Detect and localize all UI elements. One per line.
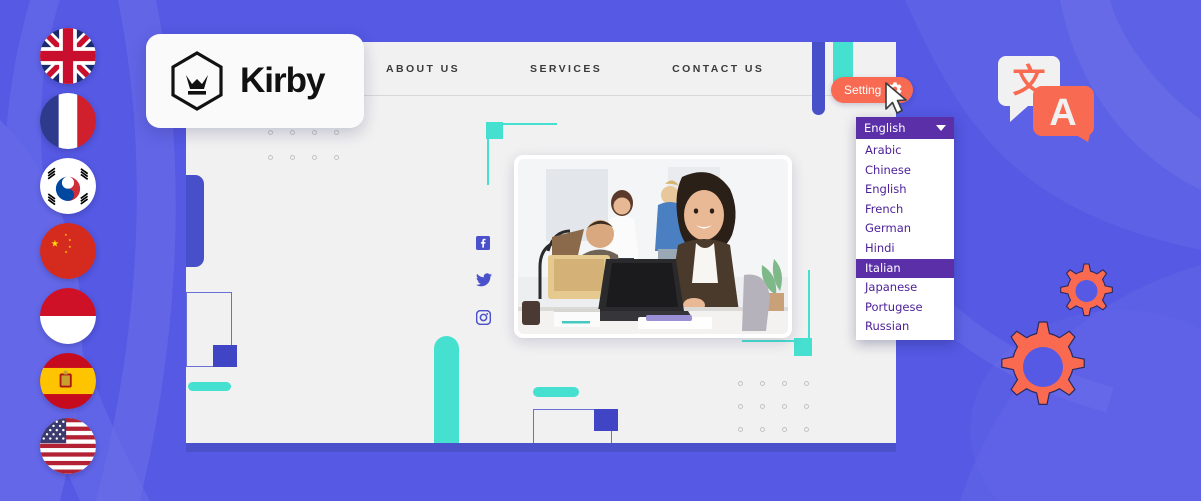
facebook-icon[interactable] bbox=[476, 236, 492, 250]
blue-vertical-bar-right bbox=[812, 42, 825, 115]
flag-france[interactable] bbox=[40, 93, 96, 149]
flag-indonesia[interactable] bbox=[40, 288, 96, 344]
language-dropdown[interactable]: English Arabic Chinese English French Ge… bbox=[856, 117, 954, 340]
language-option-chinese[interactable]: Chinese bbox=[856, 161, 954, 181]
language-option-english[interactable]: English bbox=[856, 180, 954, 200]
nav-item-about-us[interactable]: ABOUT US bbox=[386, 63, 460, 75]
instagram-icon[interactable] bbox=[476, 310, 492, 325]
flag-united-states[interactable] bbox=[40, 418, 96, 474]
brand-name: Kirby bbox=[240, 61, 325, 100]
svg-text:A: A bbox=[1049, 92, 1076, 134]
blue-tab-left bbox=[186, 175, 204, 267]
social-links bbox=[476, 236, 492, 325]
language-option-french[interactable]: French bbox=[856, 200, 954, 220]
dot-grid-top bbox=[268, 130, 356, 180]
translate-bubbles-icon: 文 A bbox=[996, 54, 1096, 147]
language-option-list: Arabic Chinese English French German Hin… bbox=[856, 139, 954, 340]
language-option-portugese[interactable]: Portugese bbox=[856, 298, 954, 318]
teal-square-bottom-right bbox=[794, 338, 812, 356]
hexagon-crown-icon bbox=[170, 51, 224, 111]
twitter-icon[interactable] bbox=[476, 273, 492, 287]
gear-large bbox=[1001, 321, 1085, 405]
flag-china[interactable] bbox=[40, 223, 96, 279]
chevron-down-icon bbox=[936, 125, 946, 131]
speech-bubble-front: A bbox=[1033, 86, 1094, 142]
gears-icon bbox=[986, 262, 1136, 452]
hero-photo bbox=[514, 155, 792, 338]
gear-small bbox=[1060, 263, 1113, 317]
dot-grid-bottom bbox=[738, 381, 826, 450]
language-flag-list bbox=[40, 28, 96, 474]
nav-item-services[interactable]: SERVICES bbox=[530, 63, 602, 75]
brand-logo-card[interactable]: Kirby bbox=[146, 34, 364, 128]
language-dropdown-selected: English bbox=[864, 121, 906, 135]
blue-square-left bbox=[213, 345, 237, 367]
flag-spain[interactable] bbox=[40, 353, 96, 409]
language-option-arabic[interactable]: Arabic bbox=[856, 141, 954, 161]
teal-vertical-bar bbox=[434, 336, 459, 452]
language-option-russian[interactable]: Russian bbox=[856, 317, 954, 337]
language-option-german[interactable]: German bbox=[856, 219, 954, 239]
main-nav: ABOUT US SERVICES CONTACT US bbox=[386, 42, 764, 96]
teal-pill-left bbox=[188, 382, 231, 391]
setting-label: Setting bbox=[844, 83, 882, 97]
language-option-italian[interactable]: Italian bbox=[856, 258, 954, 279]
nav-item-contact-us[interactable]: CONTACT US bbox=[672, 63, 764, 75]
language-option-hindi[interactable]: Hindi bbox=[856, 239, 954, 259]
blue-square-center bbox=[594, 409, 618, 431]
blue-bottom-strip bbox=[186, 443, 896, 452]
mouse-cursor-icon bbox=[884, 82, 910, 121]
teal-pill-center bbox=[533, 387, 579, 397]
language-option-japanese[interactable]: Japanese bbox=[856, 278, 954, 298]
teal-square-top-left bbox=[486, 122, 503, 139]
flag-united-kingdom[interactable] bbox=[40, 28, 96, 84]
flag-south-korea[interactable] bbox=[40, 158, 96, 214]
